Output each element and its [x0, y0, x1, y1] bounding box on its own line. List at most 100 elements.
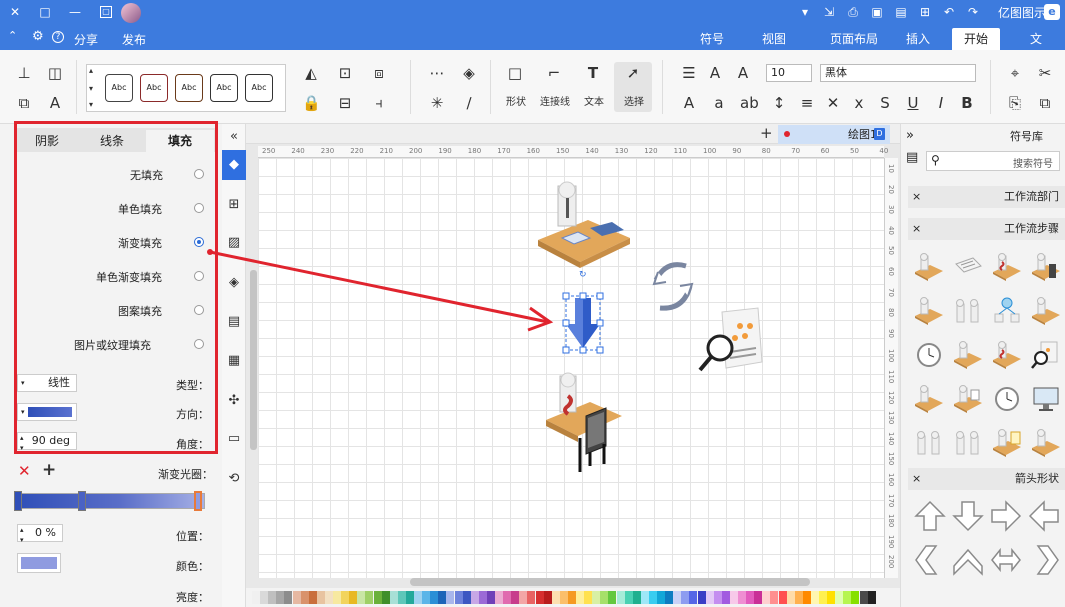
palette-swatch[interactable]	[697, 591, 706, 604]
palette-swatch[interactable]	[640, 591, 649, 604]
paste-icon[interactable]: ⎘	[1006, 94, 1024, 112]
chart-icon[interactable]: ▦	[225, 352, 243, 370]
chevron-up-shape[interactable]	[952, 544, 984, 576]
undo-icon[interactable]: ↶	[940, 3, 958, 21]
palette-swatch[interactable]	[486, 591, 495, 604]
palette-swatch[interactable]	[616, 591, 625, 604]
redo-icon[interactable]: ↷	[964, 3, 982, 21]
palette-swatch[interactable]	[705, 591, 714, 604]
presentation-icon[interactable]: ▭	[225, 430, 243, 448]
chevron-down-icon[interactable]: ▾	[796, 3, 814, 21]
palette-swatch[interactable]	[341, 591, 350, 604]
group-icon[interactable]: ⧈	[370, 64, 388, 82]
symbol-thumbnail-desk-red[interactable]	[990, 250, 1024, 284]
tab-insert[interactable]: 插入	[894, 28, 942, 50]
font-size-select[interactable]: 10	[766, 64, 812, 82]
align-center-icon[interactable]: ⫞	[370, 94, 388, 112]
palette-swatch[interactable]	[276, 591, 285, 604]
save-icon[interactable]: ▣	[868, 3, 886, 21]
palette-swatch[interactable]	[324, 591, 333, 604]
library-section-steps[interactable]: × 工作流步骤	[908, 218, 1065, 240]
text-direction-icon[interactable]: ab	[740, 94, 759, 112]
cut-icon[interactable]: ✂	[1036, 64, 1054, 82]
palette-swatch[interactable]	[721, 591, 730, 604]
gradient-type-select[interactable]: ▾ 线性	[17, 374, 77, 392]
palette-swatch[interactable]	[543, 591, 552, 604]
chevron-left-shape[interactable]	[914, 544, 946, 576]
palette-swatch[interactable]	[365, 591, 374, 604]
gradient-bar[interactable]	[17, 493, 205, 509]
symbol-thumbnail-clock[interactable]	[912, 338, 946, 372]
line-color-icon[interactable]: ∕	[460, 94, 478, 112]
radio-solid-fill[interactable]	[194, 203, 204, 213]
palette-swatch[interactable]	[462, 591, 471, 604]
mindmap-icon[interactable]: ✣	[225, 392, 243, 410]
arrow-left-shape[interactable]	[1028, 500, 1060, 532]
palette-swatch[interactable]	[300, 591, 309, 604]
palette-swatch[interactable]	[632, 591, 641, 604]
share-button[interactable]: 分享	[74, 31, 98, 48]
distribute-icon[interactable]: ⊟	[336, 94, 354, 112]
settings-icon[interactable]: ⚙	[32, 29, 44, 44]
library-section-arrows[interactable]: × 箭头形状	[908, 468, 1065, 490]
palette-swatch[interactable]	[600, 591, 609, 604]
symbol-thumbnail-stopwatch[interactable]	[990, 382, 1024, 416]
symbol-thumbnail-desk-chart[interactable]	[990, 426, 1024, 460]
tab-fill[interactable]: 填充	[146, 130, 214, 152]
palette-swatch[interactable]	[470, 591, 479, 604]
palette-swatch[interactable]	[333, 591, 341, 604]
color-swatch[interactable]	[17, 553, 61, 573]
fill-panel-button[interactable]: ◆	[222, 150, 246, 180]
palette-swatch[interactable]	[373, 591, 382, 604]
help-icon[interactable]: ?	[52, 31, 64, 43]
bold-icon[interactable]: B	[958, 94, 976, 112]
position-icon[interactable]: ◫	[46, 64, 64, 82]
shape-label[interactable]: 形状	[506, 93, 526, 108]
close-icon[interactable]: ×	[912, 468, 921, 490]
palette-swatch[interactable]	[576, 591, 584, 604]
clear-format-icon[interactable]: ✕	[824, 94, 842, 112]
style-swatch-5[interactable]: Abc	[245, 74, 273, 102]
chevron-up-icon[interactable]: ⌃	[8, 29, 17, 42]
symbol-thumbnail-paper[interactable]	[951, 250, 985, 284]
italic-icon[interactable]: I	[932, 94, 950, 112]
palette-swatch[interactable]	[608, 591, 617, 604]
open-icon[interactable]: ▤	[892, 3, 910, 21]
style-swatch-4[interactable]: Abc	[210, 74, 238, 102]
palette-swatch[interactable]	[673, 591, 682, 604]
subscript-icon[interactable]: x	[850, 94, 868, 112]
collapse-right-icon[interactable]: »	[906, 128, 914, 143]
symbol-thumbnail-desk-chair[interactable]	[1029, 250, 1063, 284]
avatar[interactable]	[121, 3, 141, 23]
palette-swatch[interactable]	[446, 591, 455, 604]
window-icon[interactable]: ▢	[100, 6, 112, 18]
layout-icon[interactable]: ⊞	[225, 196, 243, 214]
palette-swatch[interactable]	[349, 591, 358, 604]
underline-icon[interactable]: U	[904, 94, 922, 112]
palette-swatch[interactable]	[503, 591, 512, 604]
fill-bucket-icon[interactable]: ◈	[460, 64, 478, 82]
palette-swatch[interactable]	[405, 591, 414, 604]
tab-symbols[interactable]: 符号	[688, 28, 736, 50]
minimize-icon[interactable]: —	[66, 3, 84, 21]
arrow-down-shape[interactable]	[952, 500, 984, 532]
symbol-search-input[interactable]: ⚲ 搜索符号	[926, 151, 1060, 171]
superscript-icon[interactable]: a	[710, 94, 728, 112]
horizontal-scrollbar[interactable]	[410, 578, 810, 586]
font-shrink-icon[interactable]: A	[706, 64, 724, 82]
gradient-direction-select[interactable]: ▾	[17, 403, 77, 421]
strikethrough-icon[interactable]: S	[876, 94, 894, 112]
palette-swatch[interactable]	[478, 591, 487, 604]
size-icon[interactable]: ⊡	[336, 64, 354, 82]
palette-swatch[interactable]	[430, 591, 439, 604]
tab-view[interactable]: 视图	[750, 28, 798, 50]
gradient-stop-handle[interactable]	[14, 491, 22, 511]
symbol-thumbnail-desk-person[interactable]	[912, 382, 946, 416]
symbol-thumbnail-desk[interactable]	[912, 250, 946, 284]
gallery-down-icon[interactable]: ▾	[89, 84, 93, 93]
close-icon[interactable]: ✕	[6, 3, 24, 21]
gradient-stop-handle[interactable]	[78, 491, 86, 511]
symbol-thumbnail-network[interactable]	[990, 294, 1024, 328]
palette-swatch[interactable]	[567, 591, 576, 604]
palette-swatch[interactable]	[810, 591, 819, 604]
